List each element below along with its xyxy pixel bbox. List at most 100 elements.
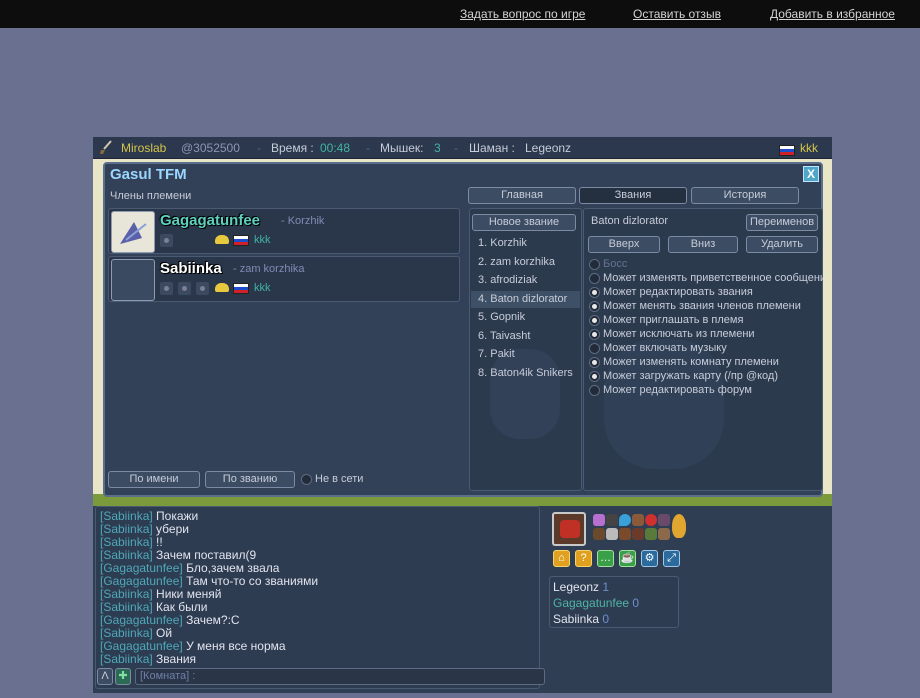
hud-player-name[interactable]: Miroslab <box>121 141 166 155</box>
badge-icon <box>658 528 670 540</box>
chat-message: [Sabiinka] Зачем поставил(9 <box>100 548 257 562</box>
permission-label: Может изменять комнату племени <box>603 356 779 368</box>
bird-icon <box>120 222 147 244</box>
permission-label: Может изменять приветственное сообщение <box>603 272 823 284</box>
permission-label: Может редактировать форум <box>603 384 752 396</box>
offline-toggle[interactable] <box>301 474 312 485</box>
member-name[interactable]: Gagagatunfee <box>160 212 260 229</box>
hud-shaman-name[interactable]: Legeonz <box>525 141 571 155</box>
tab-main[interactable]: Главная <box>468 187 576 204</box>
badge-icon <box>593 514 605 526</box>
chat-message: [Sabiinka] убери <box>100 522 189 536</box>
add-favorites-link[interactable]: Добавить в избранное <box>770 7 895 21</box>
gear-icon[interactable]: ⚙ <box>641 550 658 567</box>
leave-feedback-link[interactable]: Оставить отзыв <box>633 7 721 21</box>
permission-boss[interactable]: Босс <box>589 258 823 272</box>
player-row[interactable]: Sabiinka 0 <box>553 612 609 626</box>
permission-label: Может включать музыку <box>603 342 727 354</box>
permission-edit-ranks[interactable]: Может редактировать звания <box>589 286 823 300</box>
chat-input[interactable]: [Комната] : <box>135 668 545 685</box>
chat-input-row: Λ ✚ [Комната] : <box>95 668 545 688</box>
hud-player-id: @3052500 <box>181 141 240 155</box>
rank-item[interactable]: 7. Pakit <box>471 346 580 363</box>
member-icons <box>160 234 175 248</box>
chat-message: [Sabiinka] !! <box>100 535 163 549</box>
permission-room[interactable]: Может изменять комнату племени <box>589 356 823 370</box>
rank-item[interactable]: 2. zam korzhika <box>471 254 580 271</box>
chat-message: [Gagagatunfee] У меня все норма <box>100 639 286 653</box>
permission-load-map[interactable]: Может загружать карту (/пр @код) <box>589 370 823 384</box>
move-up-button[interactable]: Вверх <box>588 236 660 253</box>
member-name[interactable]: Sabiinka <box>160 260 222 277</box>
avatar <box>111 211 155 253</box>
flag-ru-icon <box>233 234 249 246</box>
move-down-button[interactable]: Вниз <box>668 236 738 253</box>
rank-item[interactable]: 1. Korzhik <box>471 235 580 252</box>
players-list: Legeonz 1 Gagagatunfee 0 Sabiinka 0 <box>549 576 679 628</box>
hud-lang[interactable]: kkk <box>800 141 818 155</box>
tab-ranks[interactable]: Звания <box>579 187 687 204</box>
home-icon[interactable]: ⌂ <box>553 550 570 567</box>
status-icon[interactable] <box>160 282 173 295</box>
flag-ru-icon <box>233 282 249 294</box>
selected-rank-name: Baton dizlorator <box>591 215 669 227</box>
chat-message: [Sabiinka] Покажи <box>100 509 199 523</box>
delete-button[interactable]: Удалить <box>746 236 818 253</box>
hud-separator: - <box>366 141 370 155</box>
arrow-right-icon[interactable] <box>196 282 210 295</box>
cheese-icon <box>215 283 229 292</box>
avatar <box>111 259 155 301</box>
permission-forum[interactable]: Может редактировать форум <box>589 384 823 398</box>
rename-button[interactable]: Переименов <box>746 214 818 231</box>
member-lang: kkk <box>254 234 271 246</box>
chat-message: [Gagagatunfee] Там что-то со званиями <box>100 574 319 588</box>
rank-item[interactable]: 8. Baton4ik Snikers <box>471 365 580 382</box>
permission-welcome[interactable]: Может изменять приветственное сообщение <box>589 272 823 286</box>
rank-item[interactable]: 5. Gopnik <box>471 309 580 326</box>
sort-by-name-button[interactable]: По имени <box>108 471 200 488</box>
rank-item[interactable]: 6. Taivasht <box>471 328 580 345</box>
permission-kick[interactable]: Может исключать из племени <box>589 328 823 342</box>
close-icon[interactable]: X <box>803 166 819 182</box>
chat-panel: [Sabiinka] Покажи [Sabiinka] убери [Sabi… <box>95 506 540 689</box>
help-icon[interactable]: ? <box>575 550 592 567</box>
hud-shaman-label: Шаман : <box>469 141 515 155</box>
chat-message: [Gagagatunfee] Зачем?:С <box>100 613 240 627</box>
member-rank: - Korzhik <box>281 215 325 227</box>
kick-icon[interactable] <box>178 282 192 295</box>
feather-icon <box>672 514 686 538</box>
rank-item-selected[interactable]: 4. Baton dizlorator <box>471 291 580 308</box>
plus-icon[interactable]: ✚ <box>115 668 131 685</box>
top-bar: Задать вопрос по игре Оставить отзыв Доб… <box>0 0 920 28</box>
member-lang: kkk <box>254 282 271 294</box>
permission-invite[interactable]: Может приглашать в племя <box>589 314 823 328</box>
permission-change-member-ranks[interactable]: Может менять звания членов племени <box>589 300 823 314</box>
chat-icon[interactable]: … <box>597 550 614 567</box>
player-row[interactable]: Legeonz 1 <box>553 580 609 594</box>
chat-message: [Sabiinka] Ой <box>100 626 173 640</box>
member-row[interactable]: Sabiinka - zam korzhika kkk <box>108 256 460 302</box>
new-rank-button[interactable]: Новое звание <box>472 214 576 231</box>
hud-mice-label: Мышек: <box>380 141 424 155</box>
rank-item[interactable]: 3. afrodiziak <box>471 272 580 289</box>
heart-icon <box>645 514 657 526</box>
player-portrait[interactable] <box>552 512 586 546</box>
badge-icon <box>632 514 644 526</box>
offline-label: Не в сети <box>315 473 364 485</box>
fullscreen-icon[interactable]: ⤢ <box>663 550 680 567</box>
hud-mice-value: 3 <box>434 141 441 155</box>
tab-history[interactable]: История <box>691 187 799 204</box>
chat-mode-button[interactable]: Λ <box>97 668 113 685</box>
cheese-icon <box>215 235 229 244</box>
permission-music[interactable]: Может включать музыку <box>589 342 823 356</box>
tribe-icon[interactable]: ☕ <box>619 550 636 567</box>
hud-time-value: 00:48 <box>320 141 351 155</box>
permission-label: Может менять звания членов племени <box>603 300 801 312</box>
member-row[interactable]: Gagagatunfee - Korzhik kkk <box>108 208 460 254</box>
player-row[interactable]: Gagagatunfee 0 <box>553 596 639 610</box>
ask-question-link[interactable]: Задать вопрос по игре <box>460 7 585 21</box>
hud-time-label: Время : <box>271 141 314 155</box>
permission-label: Может приглашать в племя <box>603 314 744 326</box>
chat-message: [Sabiinka] Звания <box>100 652 197 666</box>
sort-by-rank-button[interactable]: По званию <box>205 471 295 488</box>
